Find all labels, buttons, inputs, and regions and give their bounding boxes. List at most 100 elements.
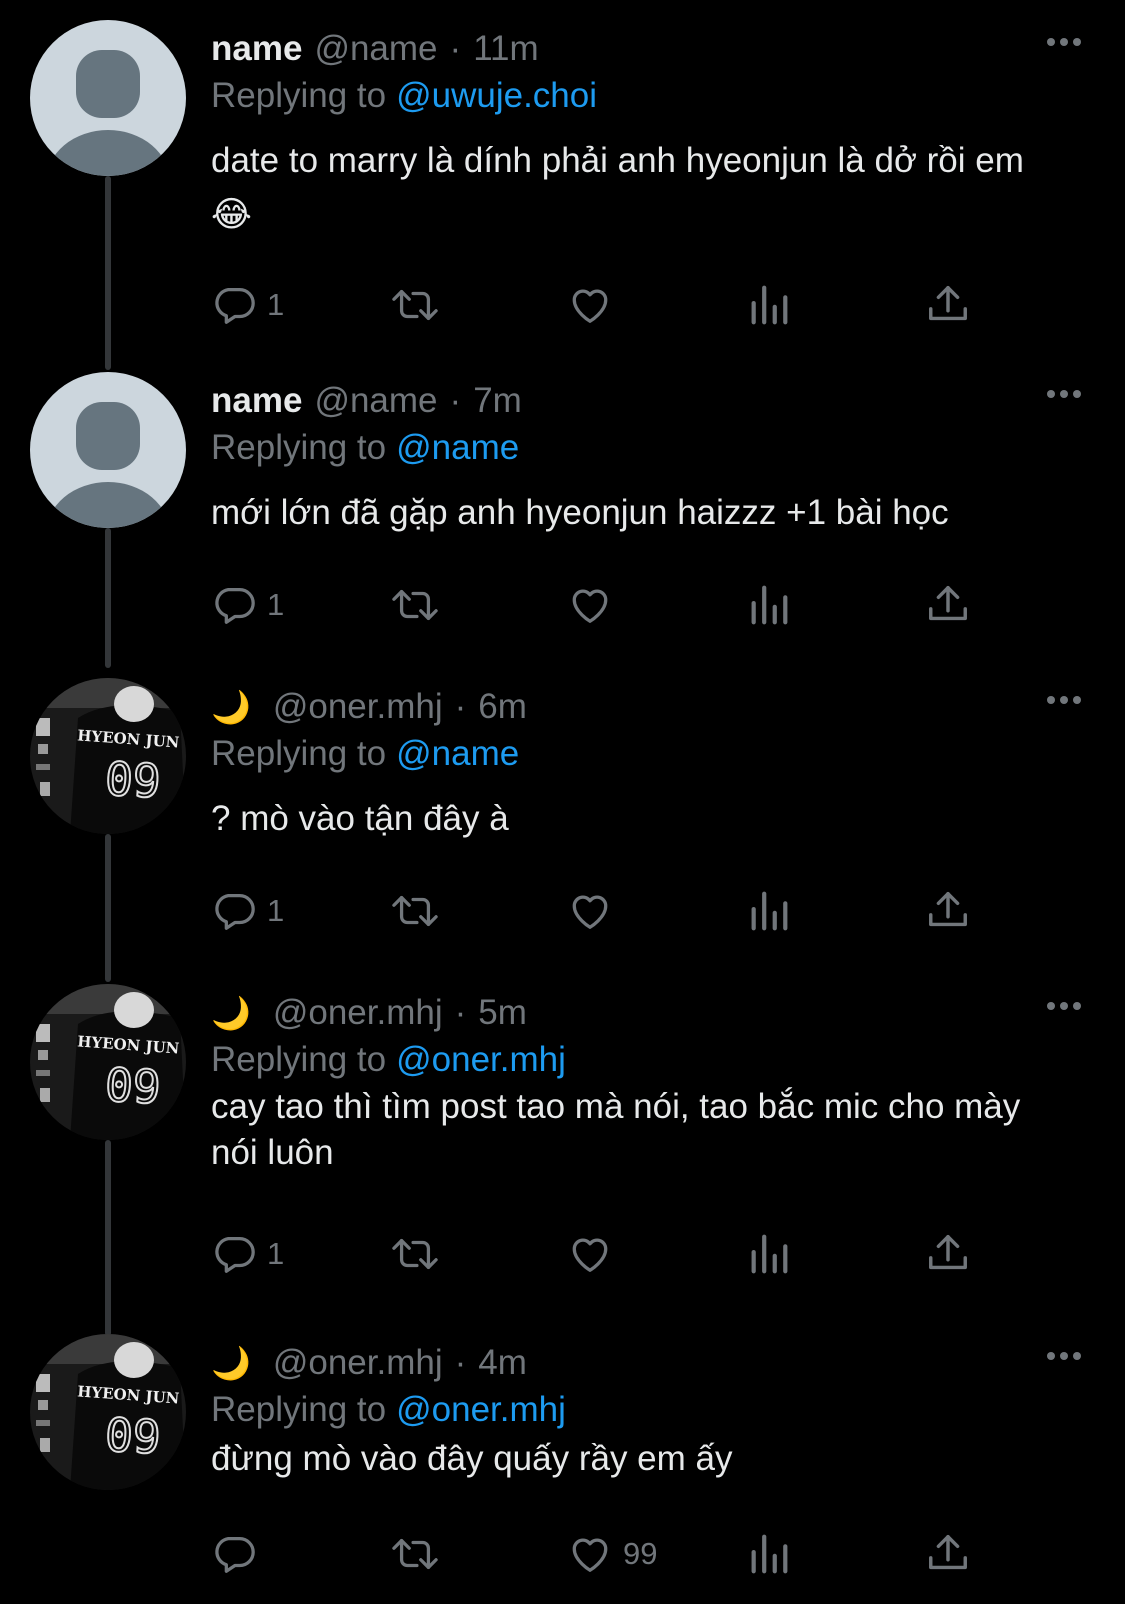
moon-emoji-display-name[interactable]: 🌙: [211, 1344, 251, 1382]
replying-to-label: Replying to: [211, 734, 387, 773]
moon-emoji-display-name[interactable]: 🌙: [211, 688, 251, 726]
share-button[interactable]: [925, 579, 971, 631]
user-handle[interactable]: @oner.mhj: [273, 1343, 443, 1383]
like-count: 99: [623, 1536, 658, 1571]
jersey-photo-avatar: HYEON JUN 09: [30, 1334, 186, 1490]
jersey-photo-avatar: HYEON JUN 09: [30, 984, 186, 1140]
thread-connector: [105, 528, 111, 668]
separator-dot: ·: [454, 687, 467, 726]
views-button[interactable]: [747, 1228, 791, 1280]
avatar[interactable]: HYEON JUN 09: [30, 678, 186, 834]
tweet-header: 🌙 @oner.mhj · 6m: [211, 684, 527, 730]
more-icon[interactable]: [1047, 1352, 1081, 1360]
replying-to-label: Replying to: [211, 1390, 387, 1429]
reply-button[interactable]: [211, 1528, 267, 1580]
like-button[interactable]: [567, 579, 623, 631]
avatar[interactable]: [30, 372, 186, 528]
user-handle[interactable]: @name: [314, 381, 437, 421]
avatar[interactable]: HYEON JUN 09: [30, 1334, 186, 1490]
replying-to-label: Replying to: [211, 76, 387, 115]
views-icon: [751, 891, 788, 931]
reply-count: 1: [267, 587, 285, 622]
like-icon: [572, 589, 608, 623]
views-icon: [751, 1534, 788, 1574]
replying-to-label: Replying to: [211, 428, 387, 467]
tweet-text: cay tao thì tìm post tao mà nói, tao bắc…: [211, 1087, 1021, 1172]
reply-icon: [215, 1237, 255, 1273]
tweet-actions: 1: [211, 885, 1011, 937]
retweet-button[interactable]: [388, 885, 442, 937]
user-handle[interactable]: @oner.mhj: [273, 687, 443, 727]
tweet-header: 🌙 @oner.mhj · 4m: [211, 1340, 527, 1386]
reply-button[interactable]: 1: [211, 885, 284, 937]
jersey-photo-avatar: HYEON JUN 09: [30, 678, 186, 834]
retweet-icon: [392, 289, 438, 321]
user-handle[interactable]: @oner.mhj: [273, 993, 443, 1033]
more-icon[interactable]: [1047, 38, 1081, 46]
views-button[interactable]: [747, 1528, 791, 1580]
display-name[interactable]: name: [211, 29, 302, 69]
tweet-header: 🌙 @oner.mhj · 5m: [211, 990, 527, 1036]
like-button[interactable]: [567, 885, 623, 937]
moon-emoji-display-name[interactable]: 🌙: [211, 994, 251, 1032]
like-button[interactable]: [567, 279, 623, 331]
replying-to-handle[interactable]: @name: [396, 734, 519, 773]
replying-to-handle[interactable]: @uwuje.choi: [396, 76, 597, 115]
timestamp[interactable]: 5m: [478, 993, 527, 1033]
like-button[interactable]: [567, 1228, 623, 1280]
reply-icon: [215, 288, 255, 324]
user-handle[interactable]: @name: [314, 29, 437, 69]
timestamp[interactable]: 11m: [473, 29, 539, 69]
default-avatar-icon: [30, 20, 186, 176]
tweet-text: mới lớn đã gặp anh hyeonjun haizzz +1 bà…: [211, 493, 949, 532]
replying-to: Replying to @oner.mhj: [211, 1040, 566, 1080]
tweet-text: đừng mò vào đây quấy rầy em ấy: [211, 1439, 733, 1478]
retweet-button[interactable]: [388, 1528, 442, 1580]
share-button[interactable]: [925, 1228, 971, 1280]
reply-icon: [215, 1537, 255, 1573]
reply-icon: [215, 588, 255, 624]
retweet-button[interactable]: [388, 279, 442, 331]
replying-to-handle[interactable]: @oner.mhj: [396, 1040, 566, 1079]
reply-button[interactable]: 1: [211, 279, 284, 331]
replying-to: Replying to @uwuje.choi: [211, 76, 597, 116]
share-button[interactable]: [925, 279, 971, 331]
retweet-button[interactable]: [388, 579, 442, 631]
replying-to-label: Replying to: [211, 1040, 387, 1079]
replying-to-handle[interactable]: @oner.mhj: [396, 1390, 566, 1429]
display-name[interactable]: name: [211, 381, 302, 421]
more-icon[interactable]: [1047, 696, 1081, 704]
views-button[interactable]: [747, 885, 791, 937]
replying-to: Replying to @name: [211, 734, 519, 774]
separator-dot: ·: [449, 29, 462, 68]
separator-dot: ·: [449, 381, 462, 420]
thread-connector: [105, 176, 111, 370]
more-icon[interactable]: [1047, 1002, 1081, 1010]
retweet-button[interactable]: [388, 1228, 442, 1280]
views-icon: [751, 1234, 788, 1274]
tweet-header: name @name · 11m: [211, 26, 539, 72]
replying-to-handle[interactable]: @name: [396, 428, 519, 467]
reply-button[interactable]: 1: [211, 1228, 284, 1280]
views-button[interactable]: [747, 579, 791, 631]
share-button[interactable]: [925, 885, 971, 937]
avatar[interactable]: HYEON JUN 09: [30, 984, 186, 1140]
tweet-header: name @name · 7m: [211, 378, 522, 424]
tweet-actions: 1: [211, 1228, 1011, 1280]
timestamp[interactable]: 7m: [473, 381, 522, 421]
share-button[interactable]: [925, 1528, 971, 1580]
views-button[interactable]: [747, 279, 791, 331]
timestamp[interactable]: 4m: [478, 1343, 527, 1383]
avatar[interactable]: [30, 20, 186, 176]
like-button[interactable]: 99: [567, 1528, 657, 1580]
jersey-number: 09: [104, 1408, 162, 1465]
separator-dot: ·: [454, 993, 467, 1032]
reply-button[interactable]: 1: [211, 579, 284, 631]
timestamp[interactable]: 6m: [478, 687, 527, 727]
default-avatar-icon: [30, 372, 186, 528]
reply-thread: name @name · 11m Replying to @uwuje.choi …: [0, 0, 1125, 1604]
more-icon[interactable]: [1047, 390, 1081, 398]
reply-count: 1: [267, 893, 285, 928]
share-icon: [929, 586, 967, 621]
retweet-icon: [392, 1238, 438, 1270]
